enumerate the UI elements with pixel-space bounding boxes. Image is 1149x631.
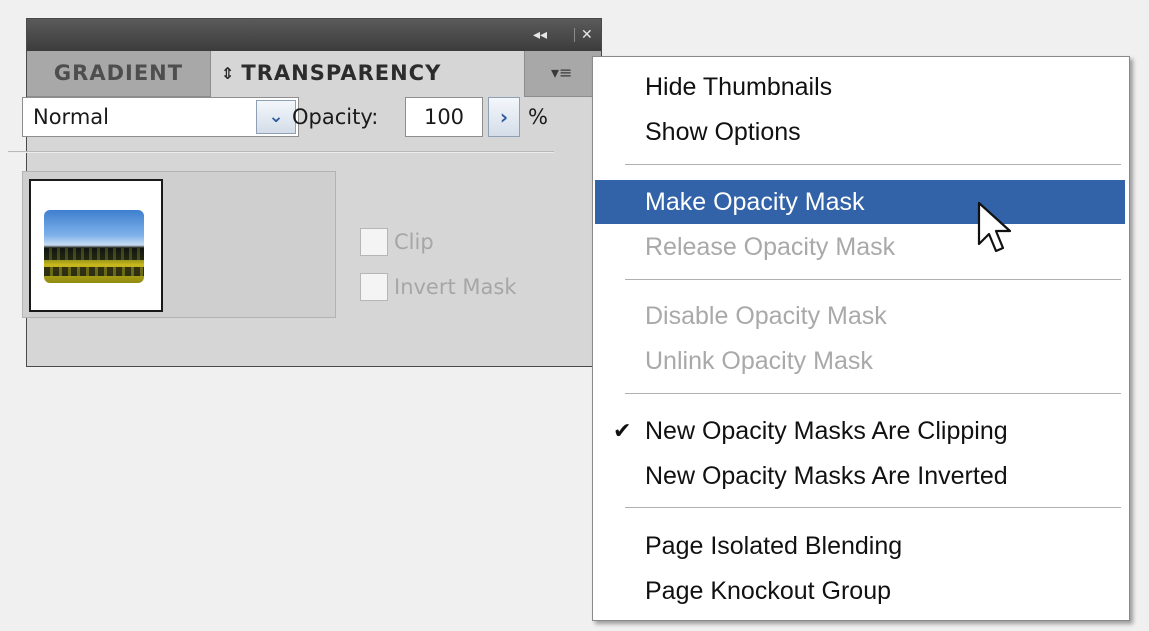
blend-mode-value: Normal xyxy=(33,105,109,129)
checkmark-icon: ✔ xyxy=(613,418,632,443)
mouse-pointer-icon xyxy=(977,201,1012,253)
menu-item-label: New Opacity Masks Are Clipping xyxy=(645,417,1008,445)
opacity-percent-unit: % xyxy=(528,105,548,129)
clip-checkbox[interactable] xyxy=(360,228,388,256)
artwork-thumbnail-image[interactable] xyxy=(44,210,144,283)
menu-item-label: New Opacity Masks Are Inverted xyxy=(645,462,1008,490)
titlebar-separator xyxy=(574,28,575,42)
menu-item-label: Unlink Opacity Mask xyxy=(645,347,873,375)
menu-item-label: Show Options xyxy=(645,118,801,146)
tab-gradient[interactable]: GRADIENT xyxy=(27,51,210,96)
menu-item-disable-opacity-mask: Disable Opacity Mask xyxy=(595,294,1125,338)
menu-item-release-opacity-mask: Release Opacity Mask xyxy=(595,225,1125,269)
close-icon[interactable]: ✕ xyxy=(581,26,593,44)
panel-titlebar[interactable]: ◂◂ ✕ xyxy=(27,19,601,51)
menu-item-new-masks-inverted[interactable]: New Opacity Masks Are Inverted xyxy=(595,454,1125,498)
panel-tab-row: GRADIENT ⇕ TRANSPARENCY ▾≡ xyxy=(27,51,601,97)
menu-item-hide-thumbnails[interactable]: Hide Thumbnails xyxy=(595,65,1125,109)
opacity-slider-button[interactable]: › xyxy=(488,97,520,137)
opacity-label: Opacity: xyxy=(292,105,379,129)
menu-item-label: Release Opacity Mask xyxy=(645,233,896,261)
invert-mask-label: Invert Mask xyxy=(394,275,517,299)
menu-separator xyxy=(625,279,1121,281)
menu-separator xyxy=(625,393,1121,395)
menu-item-label: Page Isolated Blending xyxy=(645,532,903,560)
chevron-down-icon[interactable]: ⌄ xyxy=(256,100,296,134)
tab-expand-arrows-icon: ⇕ xyxy=(221,64,236,83)
blend-mode-select[interactable]: Normal ⌄ xyxy=(22,97,299,137)
menu-item-label: Hide Thumbnails xyxy=(645,73,833,101)
tab-transparency[interactable]: ⇕ TRANSPARENCY xyxy=(210,51,525,97)
thumbnail-text-band xyxy=(44,248,144,260)
panel-menu-icon[interactable]: ▾≡ xyxy=(551,63,572,83)
clip-label: Clip xyxy=(394,230,434,254)
menu-separator xyxy=(625,507,1121,509)
thumbnail-text-band xyxy=(44,267,144,276)
panel-flyout-menu: Hide Thumbnails Show Options Make Opacit… xyxy=(592,56,1130,621)
menu-item-unlink-opacity-mask: Unlink Opacity Mask xyxy=(595,339,1125,383)
panel-divider xyxy=(8,151,554,153)
menu-separator xyxy=(625,164,1121,166)
menu-item-label: Make Opacity Mask xyxy=(645,188,865,216)
menu-item-label: Page Knockout Group xyxy=(645,577,891,605)
collapse-icon[interactable]: ◂◂ xyxy=(533,26,547,44)
invert-mask-checkbox[interactable] xyxy=(360,273,388,301)
menu-item-show-options[interactable]: Show Options xyxy=(595,110,1125,154)
menu-item-label: Disable Opacity Mask xyxy=(645,302,887,330)
menu-item-page-knockout-group[interactable]: Page Knockout Group xyxy=(595,569,1125,613)
menu-item-page-isolated-blending[interactable]: Page Isolated Blending xyxy=(595,524,1125,568)
menu-item-make-opacity-mask[interactable]: Make Opacity Mask xyxy=(595,180,1125,224)
tab-transparency-label: TRANSPARENCY xyxy=(241,61,442,85)
opacity-input[interactable]: 100 xyxy=(405,97,483,137)
menu-item-new-masks-clipping[interactable]: ✔ New Opacity Masks Are Clipping xyxy=(595,409,1125,453)
